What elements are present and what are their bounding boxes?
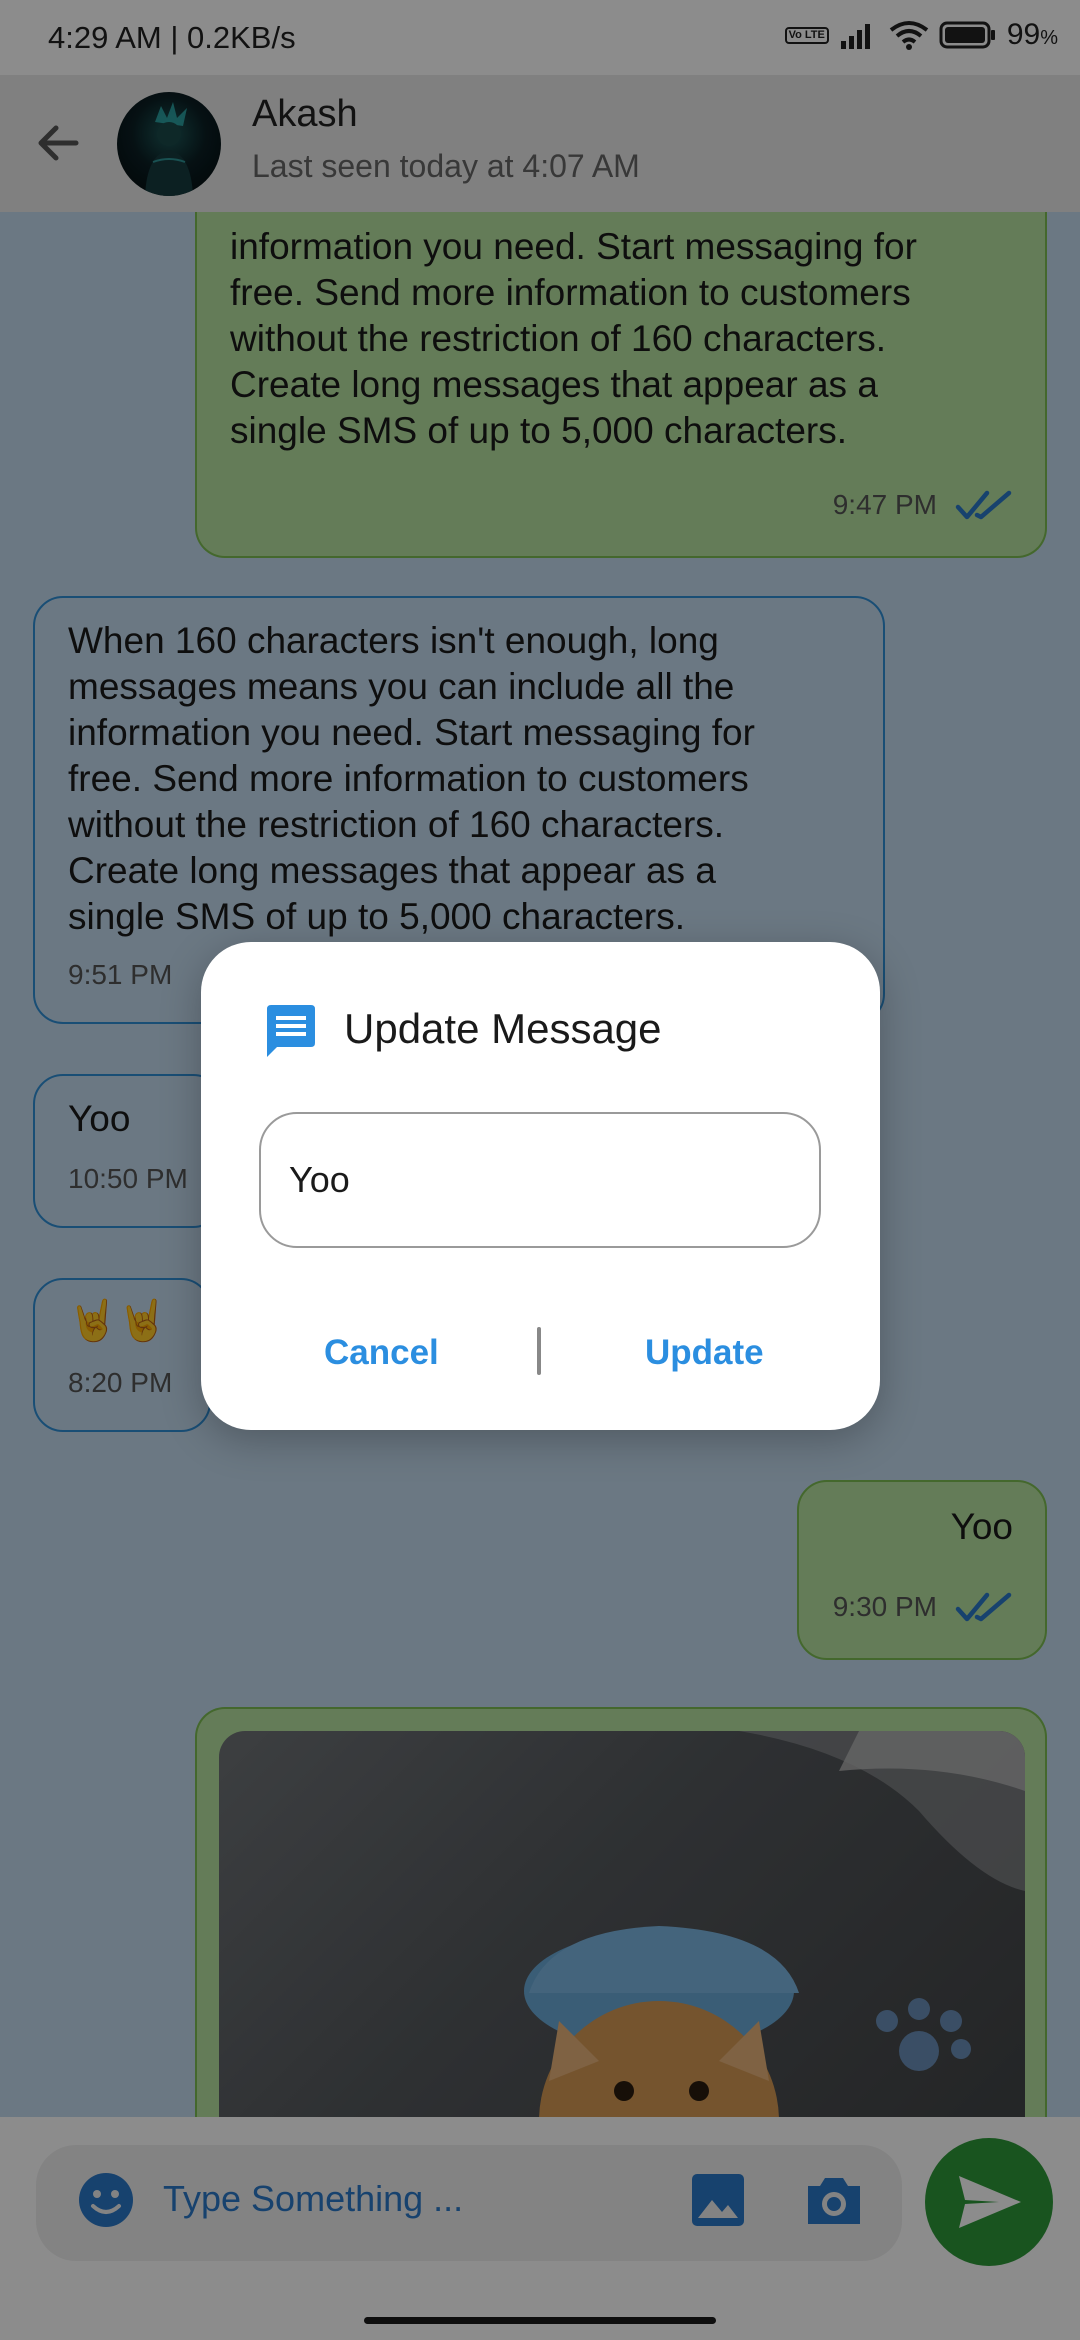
dialog-title: Update Message	[344, 1005, 662, 1052]
message-icon	[267, 1005, 315, 1057]
update-button[interactable]: Update	[645, 1333, 764, 1373]
message-edit-field[interactable]	[259, 1112, 821, 1248]
button-divider	[537, 1327, 541, 1375]
cancel-button[interactable]: Cancel	[324, 1333, 439, 1373]
